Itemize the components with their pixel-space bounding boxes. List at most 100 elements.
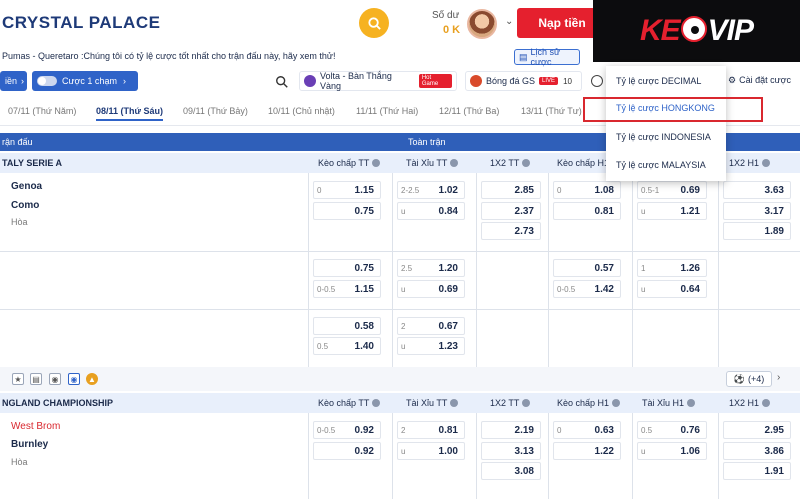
odds-cell[interactable]: u 1.23	[397, 337, 465, 355]
chevron-right-icon[interactable]: ›	[777, 372, 789, 386]
info-icon	[762, 399, 771, 407]
toggle-switch	[37, 76, 57, 86]
info-icon	[522, 159, 531, 167]
match-actions-row: ★ ▤ ◉ ◉ ▲ ⚽ (+4) ›	[0, 367, 800, 391]
info-icon	[450, 159, 459, 167]
odds-cell[interactable]: 1.91	[723, 462, 791, 480]
search-icon	[367, 16, 381, 30]
news-ticker: Pumas - Queretaro :Chúng tôi có tỷ lệ cư…	[2, 51, 336, 61]
odds-cell[interactable]: 0 1.08	[553, 181, 621, 199]
odds-cell[interactable]: 2 0.67	[397, 317, 465, 335]
odds-cell[interactable]: 0.75	[313, 259, 381, 277]
info-icon	[372, 399, 381, 407]
odds-cell[interactable]: 0.5 0.76	[637, 421, 707, 439]
date-tab[interactable]: 09/11 (Thứ Bảy)	[183, 106, 248, 116]
volta-golden-goal-button[interactable]: Volta - Bàn Thắng Vàng Hot Game	[299, 71, 457, 91]
odds-cell[interactable]: 2.95	[723, 421, 791, 439]
odds-cell[interactable]: u 1.21	[637, 202, 707, 220]
odds-cell[interactable]: 3.08	[481, 462, 541, 480]
balance-value: 0 K	[443, 24, 461, 36]
odds-cell[interactable]: 2.5 1.20	[397, 259, 465, 277]
gear-icon: ⚙	[728, 75, 737, 85]
gs-football-button[interactable]: Bóng đá GS LIVE 10	[465, 71, 582, 91]
odds-format-dropdown: Tỷ lệ cược DECIMAL Tỷ lệ cược INDONESIA …	[606, 66, 726, 181]
more-markets-button[interactable]: ⚽ (+4)	[726, 371, 772, 387]
odds-cell[interactable]: 0.5 1.40	[313, 337, 381, 355]
volta-icon	[304, 75, 316, 87]
odds-cell[interactable]: 0-0.5 1.42	[553, 280, 621, 298]
odds-cell[interactable]: 3.63	[723, 181, 791, 199]
odds-cell[interactable]: u 1.06	[637, 442, 707, 460]
odds-cell[interactable]: 3.17	[723, 202, 791, 220]
odds-cell[interactable]: 0.57	[553, 259, 621, 277]
search-button[interactable]	[359, 8, 389, 38]
gs-icon	[470, 75, 482, 87]
odds-cell[interactable]: 2 0.81	[397, 421, 465, 439]
date-tab[interactable]: 07/11 (Thứ Năm)	[8, 106, 76, 116]
odds-format-decimal[interactable]: Tỷ lệ cược DECIMAL	[616, 76, 701, 86]
football-icon	[680, 16, 707, 43]
odds-cell[interactable]: 0-0.5 1.15	[313, 280, 381, 298]
odds-cell[interactable]: 0 0.63	[553, 421, 621, 439]
fire-icon[interactable]: ▲	[86, 373, 98, 385]
football-icon: ⚽	[733, 373, 745, 384]
league-header: NGLAND CHAMPIONSHIP Kèo chấp TT Tài Xỉu …	[0, 393, 800, 413]
eye-icon[interactable]: ◉	[49, 373, 61, 385]
chip-filter[interactable]: iền ›	[0, 71, 27, 91]
info-icon	[762, 159, 771, 167]
odds-cell[interactable]: u 0.64	[637, 280, 707, 298]
home-team: Genoa	[11, 181, 43, 192]
odds-cell[interactable]: 0.92	[313, 442, 381, 460]
odds-cell[interactable]: 0.58	[313, 317, 381, 335]
odds-cell[interactable]: 1.89	[723, 222, 791, 240]
info-icon	[450, 399, 459, 407]
odds-cell[interactable]: 2.19	[481, 421, 541, 439]
odds-cell[interactable]: u 0.69	[397, 280, 465, 298]
one-click-bet-toggle[interactable]: Cược 1 chạm ›	[32, 71, 138, 91]
odds-cell[interactable]: 0-0.5 0.92	[313, 421, 381, 439]
bet-history-button[interactable]: ▤ Lịch sử cược	[514, 47, 580, 67]
brand-title[interactable]: CRYSTAL PALACE	[2, 13, 160, 33]
odds-cell[interactable]: 3.86	[723, 442, 791, 460]
odds-cell[interactable]: u 0.84	[397, 202, 465, 220]
odds-cell[interactable]: 2.73	[481, 222, 541, 240]
date-tab[interactable]: 10/11 (Chủ nhật)	[268, 106, 335, 116]
info-icon	[687, 399, 696, 407]
away-team: Burnley	[11, 439, 49, 450]
bet-settings-button[interactable]: ⚙ Cài đặt cược	[728, 75, 791, 86]
odds-cell[interactable]: 0.75	[313, 202, 381, 220]
chevron-down-icon[interactable]: ⌄	[505, 16, 513, 27]
history-icon: ▤	[519, 51, 528, 62]
avatar[interactable]	[467, 9, 497, 39]
info-icon	[522, 399, 531, 407]
odds-cell[interactable]: u 1.00	[397, 442, 465, 460]
date-tab-active[interactable]: 08/11 (Thứ Sáu)	[96, 106, 164, 121]
odds-cell[interactable]: 0 1.15	[313, 181, 381, 199]
clock-icon[interactable]	[591, 75, 603, 87]
odds-cell[interactable]: 1 1.26	[637, 259, 707, 277]
odds-cell[interactable]: 2.37	[481, 202, 541, 220]
keovip-logo: KE VIP	[593, 0, 800, 62]
odds-cell[interactable]: 3.13	[481, 442, 541, 460]
date-tab[interactable]: 11/11 (Thứ Hai)	[356, 106, 418, 116]
odds-format-hongkong[interactable]: Tỷ lệ cược HONGKONG	[616, 103, 715, 113]
balance-label: Số dư	[432, 10, 460, 21]
info-icon	[612, 399, 621, 407]
odds-cell[interactable]: 0.5-1 0.69	[637, 181, 707, 199]
date-tab[interactable]: 13/11 (Thứ Tư)	[521, 106, 582, 116]
home-team: West Brom	[11, 421, 61, 432]
odds-format-malaysia[interactable]: Tỷ lệ cược MALAYSIA	[616, 160, 706, 170]
date-tab[interactable]: 12/11 (Thứ Ba)	[439, 106, 499, 116]
live-tv-icon[interactable]: ◉	[68, 373, 80, 385]
away-team: Como	[11, 200, 40, 211]
draw-label: Hòa	[11, 457, 28, 467]
info-icon	[372, 159, 381, 167]
odds-cell[interactable]: 2.85	[481, 181, 541, 199]
odds-cell[interactable]: 1.22	[553, 442, 621, 460]
stats-icon[interactable]: ▤	[30, 373, 42, 385]
star-icon[interactable]: ★	[12, 373, 24, 385]
odds-cell[interactable]: 2-2.5 1.02	[397, 181, 465, 199]
odds-cell[interactable]: 0.81	[553, 202, 621, 220]
search-icon[interactable]	[275, 75, 289, 89]
odds-format-indonesia[interactable]: Tỷ lệ cược INDONESIA	[616, 132, 711, 142]
